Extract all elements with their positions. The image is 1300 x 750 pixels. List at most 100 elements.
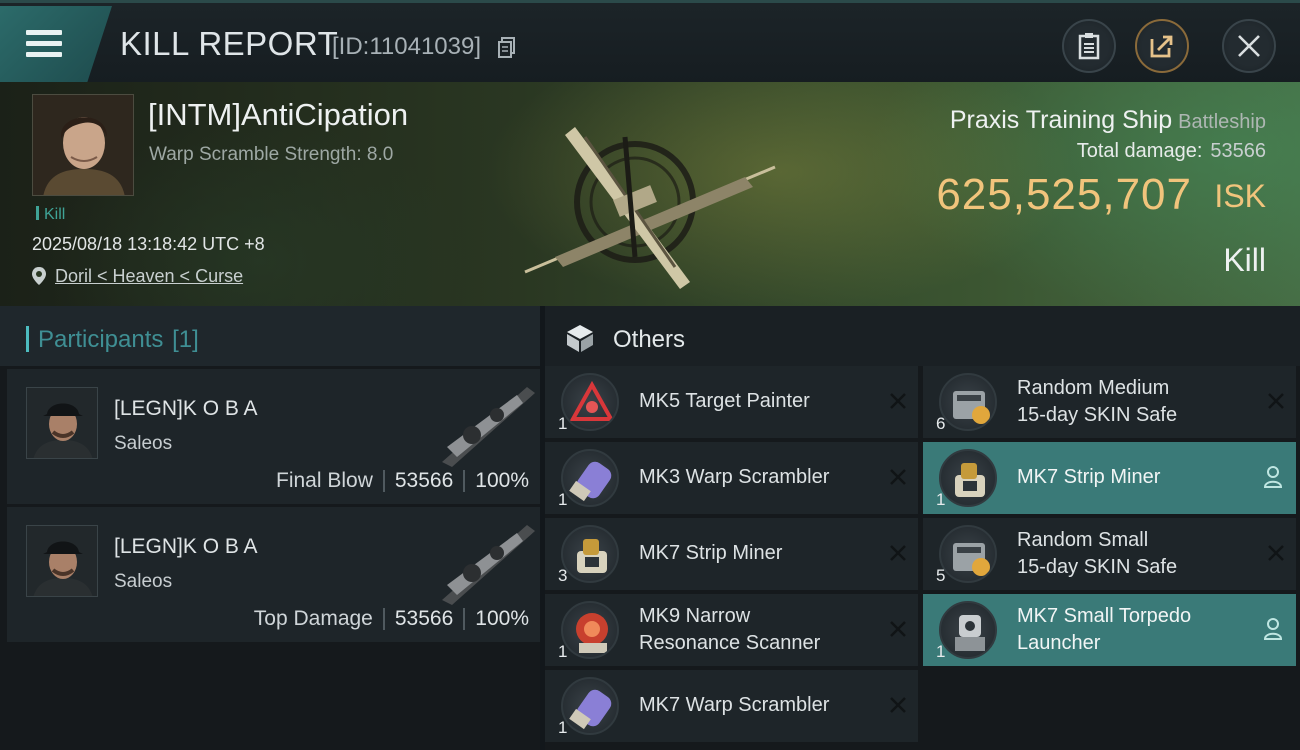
divider <box>382 608 385 630</box>
destroyed-x-icon <box>890 545 906 561</box>
participant-stats: Final Blow 53566 100% <box>276 469 529 493</box>
kill-datetime: 2025/08/18 13:18:42 UTC +8 <box>32 234 265 254</box>
item-card[interactable]: 1 MK7 Strip Miner <box>923 442 1296 514</box>
total-damage-value: 53566 <box>1210 140 1266 162</box>
participant-ship-image <box>442 525 535 605</box>
item-name: Random Medium 15-day SKIN Safe <box>1017 377 1178 426</box>
item-quantity: 5 <box>936 566 946 585</box>
user-icon <box>1264 618 1282 640</box>
ship-class: Battleship <box>1178 111 1266 133</box>
item-name: MK7 Strip Miner <box>1017 466 1161 488</box>
skin-safe-icon <box>939 525 997 583</box>
item-name: MK3 Warp Scrambler <box>639 466 830 488</box>
item-name: MK7 Small Torpedo Launcher <box>1017 605 1192 654</box>
close-icon <box>1238 35 1260 57</box>
item-card[interactable]: 6 Random Medium 15-day SKIN Safe <box>923 366 1296 438</box>
pilot-portrait-image <box>27 526 97 596</box>
participants-panel: Participants [1] [LEGN]K O B A Saleos Fi… <box>0 306 540 750</box>
victim-portrait[interactable] <box>32 94 134 196</box>
user-icon <box>1264 466 1282 488</box>
report-id: [ID:11041039] <box>332 33 482 60</box>
top-bar: KILL REPORT [ID:11041039] <box>0 0 1300 82</box>
participant-row[interactable]: [LEGN]K O B A Saleos Top Damage 53566 10… <box>7 507 540 642</box>
participants-title[interactable]: Participants [1] <box>26 326 199 354</box>
total-damage-label: Total damage: <box>1076 140 1203 162</box>
participant-damage: 53566 <box>394 469 454 492</box>
destroyed-x-icon <box>890 621 906 637</box>
participant-row[interactable]: [LEGN]K O B A Saleos Final Blow 53566 10… <box>7 369 540 504</box>
share-button[interactable] <box>1135 19 1189 73</box>
participant-name: [LEGN]K O B A <box>114 397 258 420</box>
destroyed-x-icon <box>890 393 906 409</box>
participant-role: Top Damage <box>253 607 373 630</box>
item-name: MK7 Warp Scrambler <box>639 694 830 716</box>
item-card[interactable]: 1 MK9 Narrow Resonance Scanner <box>545 594 918 666</box>
divider <box>463 470 466 492</box>
victim-banner: [INTM]AntiCipation Warp Scramble Strengt… <box>0 82 1300 306</box>
participant-percent: 100% <box>475 607 529 630</box>
participant-ship-image <box>442 387 535 467</box>
divider <box>382 470 385 492</box>
cube-icon <box>567 325 593 352</box>
item-card[interactable]: 1 MK7 Small Torpedo Launcher <box>923 594 1296 666</box>
destroyed-x-icon <box>1268 393 1284 409</box>
item-card[interactable]: 1 MK7 Warp Scrambler <box>545 670 918 742</box>
participant-ship: Saleos <box>114 433 173 454</box>
item-quantity: 1 <box>558 490 568 509</box>
warp-scrambler-icon <box>561 449 619 507</box>
item-name: Random Small 15-day SKIN Safe <box>1017 529 1178 578</box>
clipboard-button[interactable] <box>1062 19 1116 73</box>
location-link[interactable]: Doril < Heaven < Curse <box>55 266 243 287</box>
kill-tag: Kill <box>36 206 65 224</box>
target-painter-icon <box>561 373 619 431</box>
menu-button[interactable] <box>0 6 112 82</box>
strip-miner-icon <box>561 525 619 583</box>
item-card[interactable]: 1 MK3 Warp Scrambler <box>545 442 918 514</box>
item-card[interactable]: 3 MK7 Strip Miner <box>545 518 918 590</box>
victim-ship: Praxis Training Ship Battleship <box>950 106 1266 135</box>
participant-percent: 100% <box>475 469 529 492</box>
destroyed-x-icon <box>1268 545 1284 561</box>
scanner-icon <box>561 601 619 659</box>
page-title: KILL REPORT <box>120 25 339 62</box>
item-quantity: 1 <box>558 718 568 737</box>
item-quantity: 1 <box>936 490 946 509</box>
item-quantity: 1 <box>558 642 568 661</box>
others-title: Others <box>613 326 686 353</box>
result-label: Kill <box>1223 242 1266 278</box>
menu-icon <box>26 30 62 58</box>
item-card[interactable]: 5 Random Small 15-day SKIN Safe <box>923 518 1296 590</box>
item-quantity: 3 <box>558 566 568 585</box>
others-panel: 1 MK5 Target Painter 1 MK3 Warp Scramble… <box>545 366 1300 750</box>
close-button[interactable] <box>1222 19 1276 73</box>
skin-safe-icon <box>939 373 997 431</box>
participant-stats: Top Damage 53566 100% <box>254 607 529 631</box>
strip-miner-icon <box>939 449 997 507</box>
warp-scramble-strength: Warp Scramble Strength: 8.0 <box>149 144 394 165</box>
participant-damage: 53566 <box>394 607 454 630</box>
total-damage: Total damage: 53566 <box>1077 140 1266 163</box>
isk-value: 625,525,707 <box>936 170 1192 219</box>
destroyed-x-icon <box>890 697 906 713</box>
warp-scrambler-icon <box>561 677 619 735</box>
copy-icon[interactable] <box>498 37 516 59</box>
destroyed-x-icon <box>890 469 906 485</box>
item-name: MK9 Narrow Resonance Scanner <box>639 605 821 654</box>
share-icon <box>1150 35 1173 58</box>
avatar[interactable] <box>26 387 98 459</box>
item-name: MK7 Strip Miner <box>639 542 783 564</box>
torpedo-launcher-icon <box>939 601 997 659</box>
item-name: MK5 Target Painter <box>639 390 810 412</box>
participant-ship: Saleos <box>114 571 173 592</box>
participant-name: [LEGN]K O B A <box>114 535 258 558</box>
divider <box>463 608 466 630</box>
victim-name: [INTM]AntiCipation <box>148 97 409 132</box>
participants-header: Participants [1] <box>0 306 540 366</box>
clipboard-icon <box>1078 33 1100 60</box>
item-quantity: 1 <box>936 642 946 661</box>
isk-unit: ISK <box>1214 178 1266 214</box>
avatar[interactable] <box>26 525 98 597</box>
participant-role: Final Blow <box>276 469 373 492</box>
ship-render-image <box>524 127 776 289</box>
item-card[interactable]: 1 MK5 Target Painter <box>545 366 918 438</box>
